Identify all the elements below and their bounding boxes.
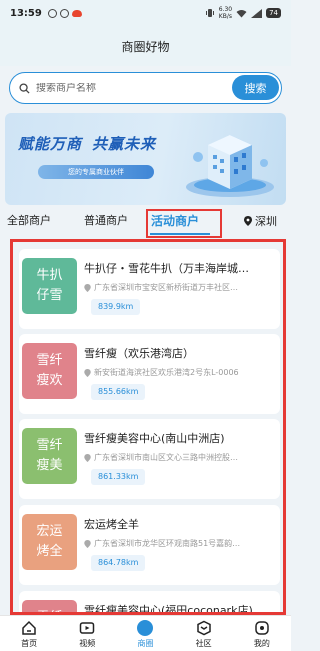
promo-banner[interactable]: 赋能万商 共赢未来 您的专属商业伙伴 [5, 113, 286, 205]
merchant-card[interactable]: 牛扒 仔雪 牛扒仔・雪花牛扒（万丰海岸城… 广东省深圳市宝安区新桥街道万丰社区…… [19, 249, 280, 329]
tab-normal-merchants[interactable]: 普通商户 [84, 207, 128, 235]
merchant-thumbnail: 宏运 烤全 [22, 514, 77, 570]
merchant-address: 广东省深圳市南山区文心三路中洲控股… [84, 452, 274, 463]
address-pin-icon [84, 539, 91, 548]
location-pin-icon [244, 216, 252, 226]
city-selector[interactable]: 深圳 [244, 207, 277, 235]
app-notification-icon [71, 9, 82, 17]
tabbar-item-community[interactable]: 社区 [179, 620, 229, 649]
network-speed: 6.30 KB/s [218, 6, 233, 20]
distance-badge: 855.66km [91, 384, 146, 400]
status-time: 13:59 [10, 7, 42, 19]
search-bar: 搜索 [9, 72, 282, 104]
merchant-card[interactable]: 雪纤 瘦美 雪纤瘦美容中心(南山中洲店) 广东省深圳市南山区文心三路中洲控股… … [19, 419, 280, 499]
building-illustration [186, 135, 274, 197]
community-icon [196, 620, 211, 636]
merchant-name: 雪纤瘦（欢乐港湾店） [84, 347, 194, 360]
signal-icon [251, 8, 263, 18]
merchant-address: 广东省深圳市龙华区环观南路51号嘉韵… [84, 538, 274, 549]
status-notification-icons [47, 8, 82, 18]
merchant-thumbnail: 雪纤 瘦美 [22, 428, 77, 484]
search-icon [19, 82, 30, 94]
shop-circle-icon [137, 620, 154, 636]
page-header: 商圈好物 [0, 26, 291, 66]
vibrate-icon [205, 9, 214, 17]
page-title: 商圈好物 [121, 39, 170, 54]
notification-icon [47, 8, 57, 18]
merchant-card[interactable]: 雪纤 瘦福 雪纤瘦美容中心(福田coconark店) [19, 591, 280, 615]
distance-badge: 839.9km [91, 299, 141, 315]
banner-subtitle: 您的专属商业伙伴 [38, 165, 154, 179]
distance-badge: 864.78km [91, 555, 146, 571]
merchant-address: 广东省深圳市宝安区新桥街道万丰社区… [84, 282, 274, 293]
search-input[interactable] [36, 82, 216, 94]
notification-icon [59, 8, 69, 18]
address-pin-icon [84, 283, 91, 292]
search-button[interactable]: 搜索 [232, 75, 279, 100]
merchant-address: 新安街道海滨社区欢乐港湾2号东L-0006 [84, 367, 274, 378]
status-right-icons: 6.30 KB/s 74 [205, 6, 281, 20]
profile-icon [255, 621, 269, 635]
merchant-tabs: 全部商户 普通商户 活动商户 深圳 [0, 207, 291, 238]
merchant-name: 牛扒仔・雪花牛扒（万丰海岸城… [84, 262, 249, 275]
address-pin-icon [84, 368, 91, 377]
merchant-name: 雪纤瘦美容中心(南山中洲店) [84, 432, 225, 445]
video-icon [80, 622, 95, 634]
merchant-name: 雪纤瘦美容中心(福田coconark店) [84, 604, 253, 615]
merchant-thumbnail: 雪纤 瘦福 [22, 600, 77, 612]
banner-slogan: 赋能万商 共赢未来 [18, 135, 157, 153]
merchant-card[interactable]: 雪纤 瘦欢 雪纤瘦（欢乐港湾店） 新安街道海滨社区欢乐港湾2号东L-0006 8… [19, 334, 280, 414]
merchant-card[interactable]: 宏运 烤全 宏运烤全羊 广东省深圳市龙华区环观南路51号嘉韵… 864.78km [19, 505, 280, 585]
distance-badge: 861.33km [91, 469, 146, 485]
merchant-thumbnail: 牛扒 仔雪 [22, 258, 77, 314]
battery-indicator: 74 [266, 8, 281, 18]
bottom-tab-bar: 首页 视频 商圈 社区 我的 [0, 615, 291, 651]
tabbar-item-home[interactable]: 首页 [4, 620, 54, 649]
tab-all-merchants[interactable]: 全部商户 [7, 207, 51, 235]
home-icon [22, 620, 36, 635]
merchant-name: 宏运烤全羊 [84, 518, 139, 531]
city-label: 深圳 [255, 215, 277, 228]
wifi-icon [236, 9, 247, 17]
status-bar: 13:59 6.30 KB/s 74 [0, 0, 291, 26]
active-tab-highlight [146, 209, 222, 238]
tabbar-item-shop-circle[interactable]: 商圈 [120, 620, 170, 649]
merchant-list-highlight: 牛扒 仔雪 牛扒仔・雪花牛扒（万丰海岸城… 广东省深圳市宝安区新桥街道万丰社区…… [10, 239, 286, 615]
merchant-thumbnail: 雪纤 瘦欢 [22, 343, 77, 399]
tabbar-item-profile[interactable]: 我的 [237, 620, 287, 649]
tabbar-item-video[interactable]: 视频 [62, 620, 112, 649]
address-pin-icon [84, 453, 91, 462]
